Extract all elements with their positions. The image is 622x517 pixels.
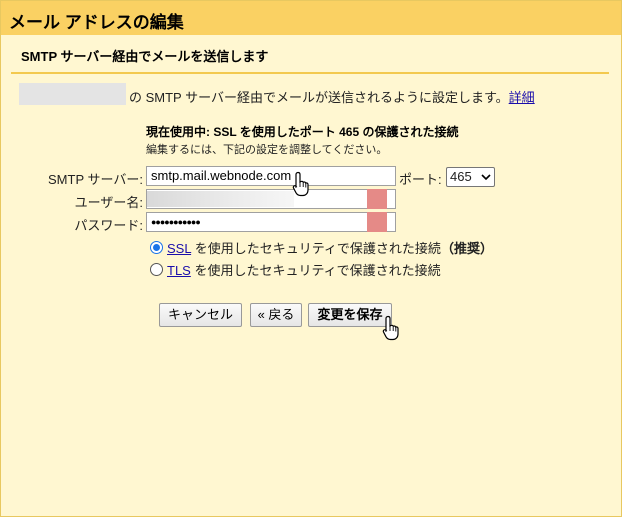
ssl-link[interactable]: SSL bbox=[167, 241, 191, 256]
autofill-icon bbox=[367, 189, 387, 209]
dialog-title-bar: メール アドレスの編集 bbox=[1, 1, 621, 35]
port-label: ポート: bbox=[399, 172, 442, 187]
smtp-server-label: SMTP サーバー: bbox=[48, 172, 143, 187]
chevron-down-icon bbox=[481, 168, 491, 193]
recommended-label: （推奨） bbox=[440, 241, 493, 256]
tls-option-text: を使用したセキュリティで保護された接続 bbox=[190, 263, 441, 278]
tls-radio[interactable] bbox=[150, 263, 163, 276]
hand-cursor-icon bbox=[292, 171, 309, 197]
section-header-text: SMTP サーバー経由でメールを送信します bbox=[21, 49, 269, 64]
current-connection-status: 現在使用中: SSL を使用したポート 465 の保護された接続 bbox=[146, 125, 459, 139]
intro-description: の SMTP サーバー経由でメールが送信されるように設定します。 bbox=[129, 90, 509, 105]
intro-text: の SMTP サーバー経由でメールが送信されるように設定します。詳細 bbox=[129, 87, 535, 106]
section-header: SMTP サーバー経由でメールを送信します bbox=[11, 39, 609, 74]
autofill-icon bbox=[367, 212, 387, 232]
adjust-settings-hint: 編集するには、下記の設定を調整してください。 bbox=[146, 144, 388, 156]
ssl-option-text: を使用したセキュリティで保護された接続 bbox=[191, 241, 441, 256]
port-select[interactable]: 465 bbox=[446, 167, 495, 187]
port-select-value: 465 bbox=[450, 169, 472, 184]
back-button[interactable]: « 戻る bbox=[250, 303, 302, 327]
dialog-title: メール アドレスの編集 bbox=[9, 13, 184, 32]
smtp-server-input[interactable]: smtp.mail.webnode.com bbox=[146, 166, 396, 186]
redacted-email-address bbox=[19, 83, 126, 105]
save-changes-button[interactable]: 変更を保存 bbox=[308, 303, 392, 327]
username-label: ユーザー名: bbox=[74, 195, 143, 210]
tls-option[interactable]: TLS を使用したセキュリティで保護された接続 bbox=[150, 260, 441, 279]
details-link[interactable]: 詳細 bbox=[509, 90, 535, 105]
cancel-button[interactable]: キャンセル bbox=[159, 303, 242, 327]
ssl-radio[interactable] bbox=[150, 241, 163, 254]
redacted-username bbox=[147, 191, 294, 207]
password-label: パスワード: bbox=[74, 218, 143, 233]
password-input[interactable]: ●●●●●●●●●●● bbox=[146, 212, 396, 232]
tls-link[interactable]: TLS bbox=[167, 263, 191, 278]
ssl-option[interactable]: SSL を使用したセキュリティで保護された接続（推奨） bbox=[150, 238, 493, 257]
edit-email-dialog: メール アドレスの編集 SMTP サーバー経由でメールを送信します の SMTP… bbox=[0, 0, 622, 517]
hand-cursor-icon bbox=[382, 315, 399, 341]
